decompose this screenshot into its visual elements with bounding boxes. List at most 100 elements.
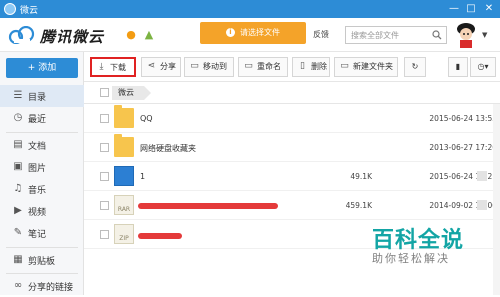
sidebar-item-clipboard[interactable]: ▦ 剪贴板 [0,249,84,271]
toolbar: ⤓ 下载 ⋖ 分享 ▭ 移动到 ▭ 重命名 ▯ 删除 ▭ 新建文件夹 ↻ ▮ ◷▾ [84,52,500,82]
title-bar: 微云 — □ ✕ [0,0,500,18]
sidebar-item-label: 文档 [28,142,47,152]
music-icon: ♫ [13,183,23,194]
row-checkbox[interactable] [100,143,109,152]
sidebar-item-recent[interactable]: ◷ 最近 [0,107,84,129]
sidebar-divider [6,132,78,133]
file-date: 2013-06-27 17:26 [429,143,497,152]
sidebar-item-label: 音乐 [28,186,47,196]
app-logo-text: 腾讯微云 [40,28,105,46]
delete-label: 删除 [311,62,327,71]
row-checkbox[interactable] [100,201,109,210]
add-button[interactable]: + 添加 [6,58,78,78]
image-file-icon [114,166,134,186]
search-icon[interactable] [432,30,442,40]
folder-icon [114,105,134,128]
share-icon: ⋖ [147,61,156,71]
move-to-label: 移动到 [203,62,227,71]
sidebar-item-label: 最近 [28,115,47,125]
file-name[interactable]: 1 [140,172,145,181]
sidebar-divider [6,247,78,248]
sidebar-divider [6,273,78,274]
view-toggle-button[interactable]: ▮ [448,57,468,77]
sidebar-item-notes[interactable]: ✎ 笔记 [0,222,84,244]
share-label: 分享 [160,62,176,71]
sidebar-item-documents[interactable]: ▤ 文档 [0,134,84,156]
sidebar-item-shared-links[interactable]: ∞ 分享的链接 [0,275,84,297]
move-icon: ▭ [190,61,199,71]
share-button[interactable]: ⋖ 分享 [141,57,181,77]
document-icon: ▤ [13,139,23,150]
search-input[interactable]: 搜索全部文件 [345,26,447,44]
delete-button[interactable]: ▯ 删除 [292,57,330,77]
sidebar-item-label: 笔记 [28,230,47,240]
minimize-button[interactable]: — [446,1,462,16]
folder-icon [114,134,134,157]
clock-icon: ◷ [13,112,23,123]
table-row[interactable]: 1 49.1K 2015-06-24 15:21 [84,162,500,191]
user-avatar[interactable] [454,21,478,49]
sidebar: + 添加 ☰ 目录 ◷ 最近 ▤ 文档 ▣ 图片 ♫ 音乐 ▶ 视频 ✎ 笔记 … [0,52,84,295]
sidebar-item-label: 分享的链接 [28,283,74,293]
new-folder-button[interactable]: ▭ 新建文件夹 [334,57,398,77]
sidebar-item-label: 图片 [28,164,47,174]
picture-icon: ▣ [13,161,23,172]
row-menu-icon[interactable] [477,171,487,181]
redacted-file-name [138,203,278,209]
row-checkbox[interactable] [100,172,109,181]
directory-icon: ☰ [13,90,23,101]
sidebar-item-pictures[interactable]: ▣ 图片 [0,156,84,178]
zip-file-icon: ZIP [114,224,134,244]
file-size: 49.1K [350,172,372,181]
select-file-label: 请选择文件 [240,28,280,37]
note-icon: ✎ [13,227,23,238]
weiyun-cloud-logo-icon [8,26,35,44]
sidebar-item-music[interactable]: ♫ 音乐 [0,178,84,200]
select-all-checkbox[interactable] [100,88,109,97]
move-to-button[interactable]: ▭ 移动到 [184,57,234,77]
header: 腾讯微云 ● ▲ i 请选择文件 反馈 搜索全部文件 ▼ [0,18,500,52]
table-row[interactable]: 网络硬盘收藏夹 2013-06-27 17:26 [84,133,500,162]
apple-icon[interactable]: ● [124,28,138,42]
window-title: 微云 [20,6,39,16]
watermark: 百科全说 助你轻松解决 [350,222,500,274]
select-file-button[interactable]: i 请选择文件 [200,22,306,44]
link-icon: ∞ [13,280,23,291]
avatar-dropdown-icon[interactable]: ▼ [482,31,487,39]
watermark-subtitle: 助你轻松解决 [372,252,450,265]
sidebar-item-label: 剪贴板 [28,257,56,267]
sidebar-item-directory[interactable]: ☰ 目录 [0,85,84,107]
new-folder-label: 新建文件夹 [353,62,393,71]
redacted-file-name [138,233,182,239]
file-name[interactable]: QQ [140,114,153,123]
video-icon: ▶ [14,205,22,216]
trash-icon: ▯ [300,61,305,71]
row-menu-icon[interactable] [477,200,487,210]
refresh-icon: ↻ [411,62,419,71]
panel-icon: ▮ [455,62,461,71]
sort-button[interactable]: ◷▾ [470,57,496,77]
rename-label: 重命名 [257,62,281,71]
feedback-link[interactable]: 反馈 [313,29,329,40]
maximize-button[interactable]: □ [463,1,479,16]
rename-button[interactable]: ▭ 重命名 [238,57,288,77]
breadcrumb-root[interactable]: 微云 [112,86,151,100]
info-icon: i [226,28,235,37]
file-size: 459.1K [345,201,372,210]
clipboard-icon: ▦ [13,254,23,265]
row-checkbox[interactable] [100,114,109,123]
download-label: 下载 [110,63,126,72]
sidebar-item-label: 视频 [28,208,47,218]
file-name[interactable]: 网络硬盘收藏夹 [140,143,196,154]
new-folder-icon: ▭ [340,61,349,71]
sidebar-item-video[interactable]: ▶ 视频 [0,200,84,222]
refresh-button[interactable]: ↻ [404,57,426,77]
row-checkbox[interactable] [100,230,109,239]
table-row[interactable]: RAR 459.1K 2014-09-02 14:06 [84,191,500,220]
close-button[interactable]: ✕ [481,1,497,16]
android-icon[interactable]: ▲ [142,28,156,42]
app-icon [4,3,16,15]
table-row[interactable]: QQ 2015-06-24 13:55 [84,104,500,133]
download-button[interactable]: ⤓ 下载 [90,57,136,77]
file-date: 2015-06-24 13:55 [429,114,497,123]
